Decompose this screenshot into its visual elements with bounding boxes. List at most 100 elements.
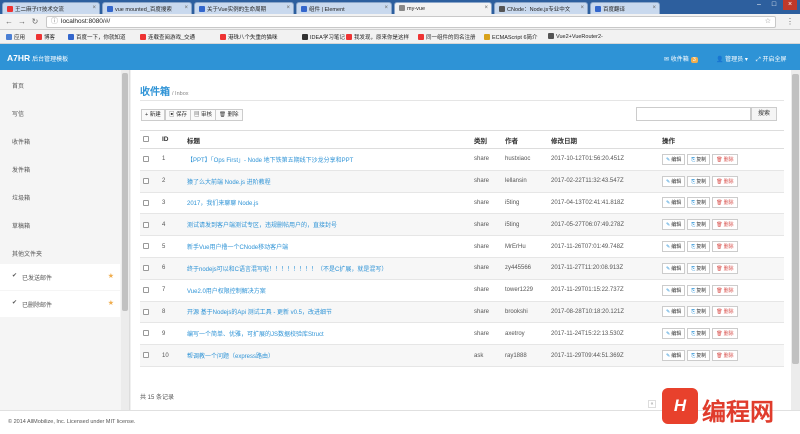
sidebar-item-other-folders[interactable]: 其他文件夹 <box>0 238 120 266</box>
edit-button[interactable]: ✎编辑 <box>662 328 686 340</box>
copy-button[interactable]: ⎘复制 <box>687 306 711 318</box>
bookmark-item[interactable]: 同一组件的同名注册 <box>418 33 476 41</box>
close-window-icon[interactable]: × <box>783 0 797 10</box>
message-title-link[interactable]: 终于nodejs可以和C语言混写啦！！！！！！！！（不是C扩展，就是混写） <box>187 267 387 273</box>
search-input[interactable] <box>636 107 751 121</box>
sidebar-subitem-sent-mail[interactable]: ✔ 已发送邮件 ★ <box>0 264 120 290</box>
browser-tab-active[interactable]: my-vue × <box>394 2 492 14</box>
message-title-link[interactable]: 新手Vue用户撸一个CNode移动客户端 <box>187 245 288 251</box>
url-input[interactable]: ⓘ localhost:8080/#/ ☆ <box>46 16 776 28</box>
new-button[interactable]: + 新建 <box>141 109 165 121</box>
close-tab-icon[interactable]: × <box>286 5 290 11</box>
edit-button[interactable]: ✎编辑 <box>662 175 686 187</box>
row-delete-button[interactable]: 🗑删除 <box>712 284 738 296</box>
delete-button[interactable]: 🗑 删除 <box>215 109 243 121</box>
scrollbar-thumb[interactable] <box>122 73 128 311</box>
table-row[interactable]: 1 【PPT】「Ops First」- Node 地下铁第五期线下沙龙分享和PPT… <box>140 148 784 171</box>
column-header-date[interactable]: 修改日期 <box>548 130 659 149</box>
copy-button[interactable]: ⎘复制 <box>687 197 711 209</box>
sidebar-subitem-deleted-mail[interactable]: ✔ 已删除邮件 ★ <box>0 291 120 317</box>
copy-button[interactable]: ⎘复制 <box>687 175 711 187</box>
edit-button[interactable]: ✎编辑 <box>662 262 686 274</box>
row-checkbox[interactable] <box>143 199 149 206</box>
edit-button[interactable]: ✎编辑 <box>662 197 686 209</box>
close-tab-icon[interactable]: × <box>384 5 388 11</box>
review-button[interactable]: ▤ 审核 <box>190 109 217 121</box>
scrollbar-thumb[interactable] <box>792 74 799 364</box>
sidebar-item-drafts[interactable]: 草稿箱 <box>0 210 120 238</box>
row-checkbox[interactable] <box>143 308 149 315</box>
table-row[interactable]: 7 Vue2.0用户权限控制解决方案 share tower1229 2017-11-2… <box>140 279 784 302</box>
header-user-menu[interactable]: 👤 管理员 ▾ <box>716 54 748 63</box>
browser-tab[interactable]: 关于Vue实例的生命周期 × <box>194 2 294 14</box>
message-title-link[interactable]: 开源 基于Nodejs的Api 测试工具 - 更新 v0.5，改进细节 <box>187 310 332 316</box>
message-title-link[interactable]: 2017，我们来聊聊 Node.js <box>187 201 258 207</box>
row-delete-button[interactable]: 🗑删除 <box>712 241 738 253</box>
header-fullscreen-link[interactable]: ⤢ 开启全屏 <box>756 54 787 64</box>
bookmark-item[interactable]: Vue2+VueRouter2- <box>548 33 603 40</box>
bookmark-item[interactable]: 港珠八个失重的猫咪 <box>220 33 278 41</box>
close-tab-icon[interactable]: × <box>484 5 488 11</box>
close-tab-icon[interactable]: × <box>92 5 96 11</box>
edit-button[interactable]: ✎编辑 <box>662 284 686 296</box>
copy-button[interactable]: ⎘复制 <box>687 350 711 362</box>
copy-button[interactable]: ⎘复制 <box>687 262 711 274</box>
browser-tab[interactable]: 百度翻译 × <box>590 2 660 14</box>
browser-tab[interactable]: CNode：Node.js专业中文 × <box>494 2 588 14</box>
bookmark-item[interactable]: 我发现，原来你是这样 <box>346 33 409 41</box>
row-delete-button[interactable]: 🗑删除 <box>712 262 738 274</box>
minimize-icon[interactable]: – <box>752 0 766 10</box>
message-title-link[interactable]: 帮调教一个问题（express路由） <box>187 354 274 360</box>
bookmark-item[interactable]: 博客 <box>36 33 55 41</box>
row-checkbox[interactable] <box>143 156 149 163</box>
sidebar-item-compose[interactable]: 写信 <box>0 98 120 126</box>
column-header-id[interactable]: ID <box>159 130 184 149</box>
column-header-title[interactable]: 标题 <box>184 130 471 149</box>
row-delete-button[interactable]: 🗑删除 <box>712 153 738 165</box>
table-row[interactable]: 10 帮调教一个问题（express路由） ask ray1888 2017-11-29… <box>140 344 784 367</box>
forward-icon[interactable]: → <box>17 17 27 27</box>
save-button[interactable]: ▣ 保存 <box>165 109 192 121</box>
edit-button[interactable]: ✎编辑 <box>662 153 686 165</box>
select-all-checkbox[interactable] <box>143 136 149 143</box>
row-checkbox[interactable] <box>143 286 149 293</box>
table-row[interactable]: 4 测试请发到客户端测试专区，违规删帖用户的，直接封号 share i5ting 201… <box>140 213 784 237</box>
row-delete-button[interactable]: 🗑删除 <box>712 306 738 318</box>
edit-button[interactable]: ✎编辑 <box>662 306 686 318</box>
bookmark-item[interactable]: ECMAScript 6简介 <box>484 33 538 41</box>
maximize-icon[interactable]: □ <box>767 0 781 10</box>
close-tab-icon[interactable]: × <box>580 5 584 11</box>
row-checkbox[interactable] <box>143 177 149 184</box>
copy-button[interactable]: ⎘复制 <box>687 153 711 165</box>
message-title-link[interactable]: Vue2.0用户权限控制解决方案 <box>187 289 266 295</box>
table-row[interactable]: 5 新手Vue用户撸一个CNode移动客户端 share MrErHu 2017-11-… <box>140 235 784 258</box>
message-title-link[interactable]: 测试请发到客户端测试专区，违规删帖用户的，直接封号 <box>187 223 337 229</box>
bookmark-star-icon[interactable]: ☆ <box>765 17 771 27</box>
sidebar-item-home[interactable]: 首页 <box>0 70 120 98</box>
message-title-link[interactable]: 编写一个简单、优雅，可扩展的JS数据校验库Struct <box>187 332 324 338</box>
row-delete-button[interactable]: 🗑删除 <box>712 328 738 340</box>
row-delete-button[interactable]: 🗑删除 <box>712 350 738 362</box>
reload-icon[interactable]: ↻ <box>30 17 40 27</box>
bookmark-item[interactable]: IDEA学习笔记 <box>302 33 345 41</box>
copy-button[interactable]: ⎘复制 <box>687 219 711 231</box>
column-header-author[interactable]: 作者 <box>502 130 548 149</box>
page-scrollbar[interactable] <box>791 70 800 410</box>
table-row[interactable]: 2 猿了么大前端 Node.js 进阶教程 share lellansin 2017-0… <box>140 170 784 193</box>
browser-tab[interactable]: 组件 | Element × <box>296 2 392 14</box>
table-row[interactable]: 3 2017，我们来聊聊 Node.js share i5ting 2017-04-13… <box>140 192 784 215</box>
sidebar-item-inbox[interactable]: 收件箱 <box>0 126 120 154</box>
browser-menu-icon[interactable]: ⋮ <box>786 17 794 26</box>
table-row[interactable]: 8 开源 基于Nodejs的Api 测试工具 - 更新 v0.5，改进细节 shar… <box>140 301 784 324</box>
row-delete-button[interactable]: 🗑删除 <box>712 219 738 231</box>
back-icon[interactable]: ← <box>4 17 14 27</box>
edit-button[interactable]: ✎编辑 <box>662 350 686 362</box>
browser-tab[interactable]: 王二麻子IT技术交流 × <box>2 2 100 14</box>
message-title-link[interactable]: 【PPT】「Ops First」- Node 地下铁第五期线下沙龙分享和PPT <box>187 158 353 164</box>
bookmark-item[interactable]: 应用 <box>6 33 25 41</box>
row-checkbox[interactable] <box>143 221 149 228</box>
table-row[interactable]: 9 编写一个简单、优雅，可扩展的JS数据校验库Struct share axetroy… <box>140 322 784 346</box>
search-button[interactable]: 搜索 <box>751 107 777 121</box>
copy-button[interactable]: ⎘复制 <box>687 284 711 296</box>
row-delete-button[interactable]: 🗑删除 <box>712 175 738 187</box>
